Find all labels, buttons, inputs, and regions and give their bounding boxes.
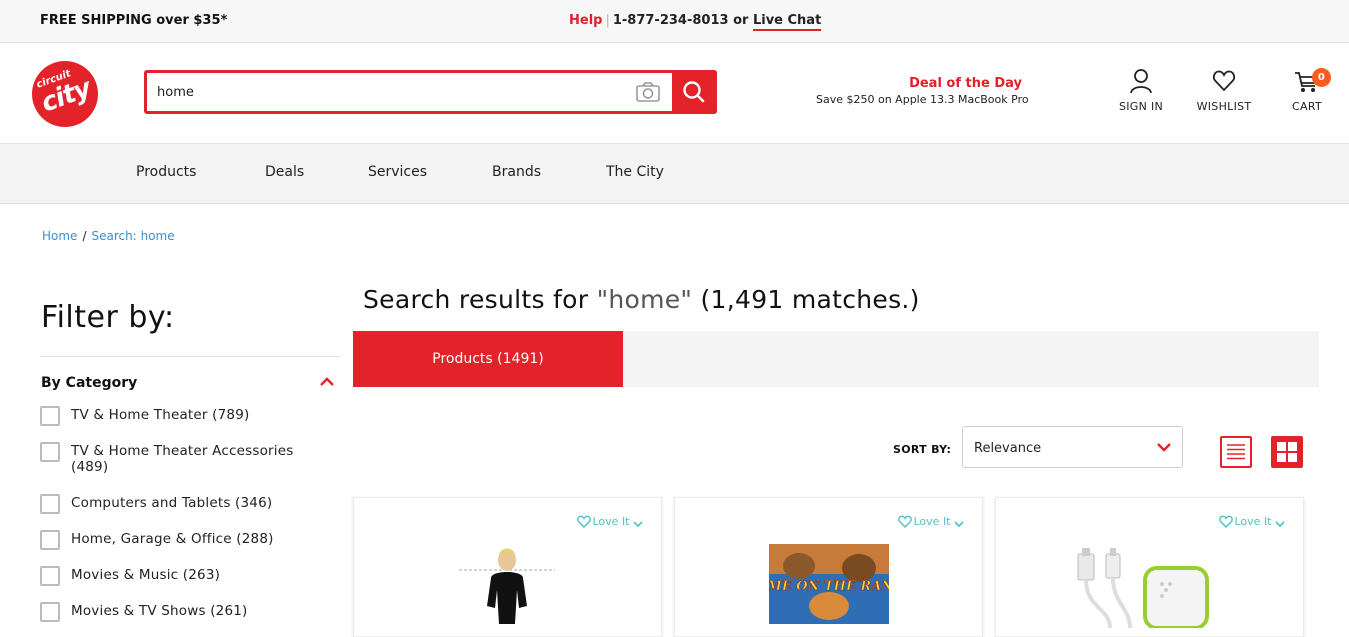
user-icon [1130, 69, 1152, 94]
love-it-button[interactable]: Love It [1218, 515, 1288, 528]
deal-of-the-day[interactable]: Deal of the Day Save $250 on Apple 13.3 … [816, 76, 1029, 106]
category-label: Movies & TV Shows (261) [71, 603, 248, 619]
grid-icon [1277, 442, 1297, 462]
sign-in-button[interactable]: SIGN IN [1112, 68, 1170, 113]
results-count: (1,491 matches.) [692, 285, 920, 314]
cart-label: CART [1292, 100, 1322, 113]
product-image[interactable] [447, 544, 567, 624]
tab-products[interactable]: Products (1491) [353, 331, 623, 387]
results-tabs: Products (1491) [353, 331, 1319, 387]
help-link[interactable]: Help [569, 13, 602, 28]
checkbox[interactable] [40, 442, 60, 462]
search-icon [683, 81, 705, 103]
filter-title: Filter by: [41, 300, 175, 335]
chevron-down-icon [1157, 443, 1171, 452]
results-heading: Search results for "home" (1,491 matches… [363, 285, 920, 314]
category-label: Home, Garage & Office (288) [71, 531, 274, 547]
search-button[interactable] [672, 70, 717, 114]
product-image[interactable] [1070, 548, 1230, 628]
love-it-label: Love It [913, 515, 951, 528]
deal-subtitle: Save $250 on Apple 13.3 MacBook Pro [816, 93, 1029, 106]
results-query: "home" [596, 285, 693, 314]
checkbox[interactable] [40, 566, 60, 586]
product-card[interactable]: Love It [995, 497, 1304, 637]
chevron-down-icon [633, 521, 643, 528]
nav-item-brands[interactable]: Brands [492, 164, 541, 180]
love-it-label: Love It [1234, 515, 1272, 528]
love-it-label: Love It [592, 515, 630, 528]
checkbox[interactable] [40, 494, 60, 514]
breadcrumb-separator: / [82, 229, 87, 243]
love-it-button[interactable]: Love It [897, 515, 967, 528]
chevron-up-icon[interactable] [319, 376, 335, 388]
checkbox[interactable] [40, 406, 60, 426]
category-label: Movies & Music (263) [71, 567, 221, 583]
site-logo[interactable]: circuit city [32, 61, 98, 127]
category-label: Computers and Tablets (346) [71, 495, 273, 511]
wishlist-label: WISHLIST [1196, 100, 1252, 113]
sort-select[interactable]: Relevance [962, 426, 1183, 468]
free-shipping-text: FREE SHIPPING over $35* [40, 13, 228, 28]
heart-icon [1213, 70, 1235, 92]
live-chat-link[interactable]: Live Chat [752, 13, 822, 31]
list-icon [1227, 444, 1245, 460]
heart-icon [1218, 515, 1233, 528]
checkbox[interactable] [40, 602, 60, 622]
chevron-down-icon [954, 521, 964, 528]
product-card[interactable]: Love It HOME ON THE RANGE [674, 497, 983, 637]
nav-item-services[interactable]: Services [368, 164, 427, 180]
heart-icon [576, 515, 591, 528]
product-image[interactable]: HOME ON THE RANGE [769, 544, 889, 624]
deal-title: Deal of the Day [909, 76, 1022, 91]
cart-count-badge: 0 [1312, 68, 1331, 87]
results-prefix: Search results for [363, 285, 597, 314]
cart-button[interactable]: CART 0 [1284, 68, 1331, 113]
phone-text: 1-877-234-8013 or [612, 13, 749, 28]
breadcrumb: Home / Search: home [42, 229, 175, 243]
heart-icon [897, 515, 912, 528]
nav-item-deals[interactable]: Deals [265, 164, 304, 180]
nav-item-the-city[interactable]: The City [606, 164, 664, 180]
wishlist-button[interactable]: WISHLIST [1191, 68, 1257, 113]
category-label: TV & Home Theater (789) [71, 407, 250, 423]
breadcrumb-current[interactable]: Search: home [91, 229, 174, 243]
sign-in-label: SIGN IN [1118, 100, 1164, 113]
filter-divider [40, 356, 340, 357]
camera-icon[interactable] [635, 81, 661, 103]
love-it-button[interactable]: Love It [576, 515, 646, 528]
top-bar: FREE SHIPPING over $35* Help | 1-877-234-8… [0, 0, 1349, 43]
main-nav: Products Deals Services Brands The City [0, 143, 1349, 204]
category-filter-title[interactable]: By Category [41, 375, 137, 391]
nav-item-products[interactable]: Products [136, 164, 196, 180]
search-input[interactable] [157, 82, 617, 102]
breadcrumb-home[interactable]: Home [42, 229, 77, 243]
sort-by-label: SORT BY: [893, 443, 952, 456]
help-contact: Help | 1-877-234-8013 or Live Chat [569, 13, 822, 31]
product-card[interactable]: Love It [353, 497, 662, 637]
chevron-down-icon [1275, 521, 1285, 528]
checkbox[interactable] [40, 530, 60, 550]
grid-view-button[interactable] [1271, 436, 1303, 468]
help-separator: | [605, 13, 610, 28]
sort-value: Relevance [974, 441, 1042, 456]
search-bar [144, 70, 717, 114]
list-view-button[interactable] [1220, 436, 1252, 468]
category-label: TV & Home Theater Accessories (489) [71, 443, 294, 475]
product-image-title: HOME ON THE RANGE [769, 579, 889, 594]
